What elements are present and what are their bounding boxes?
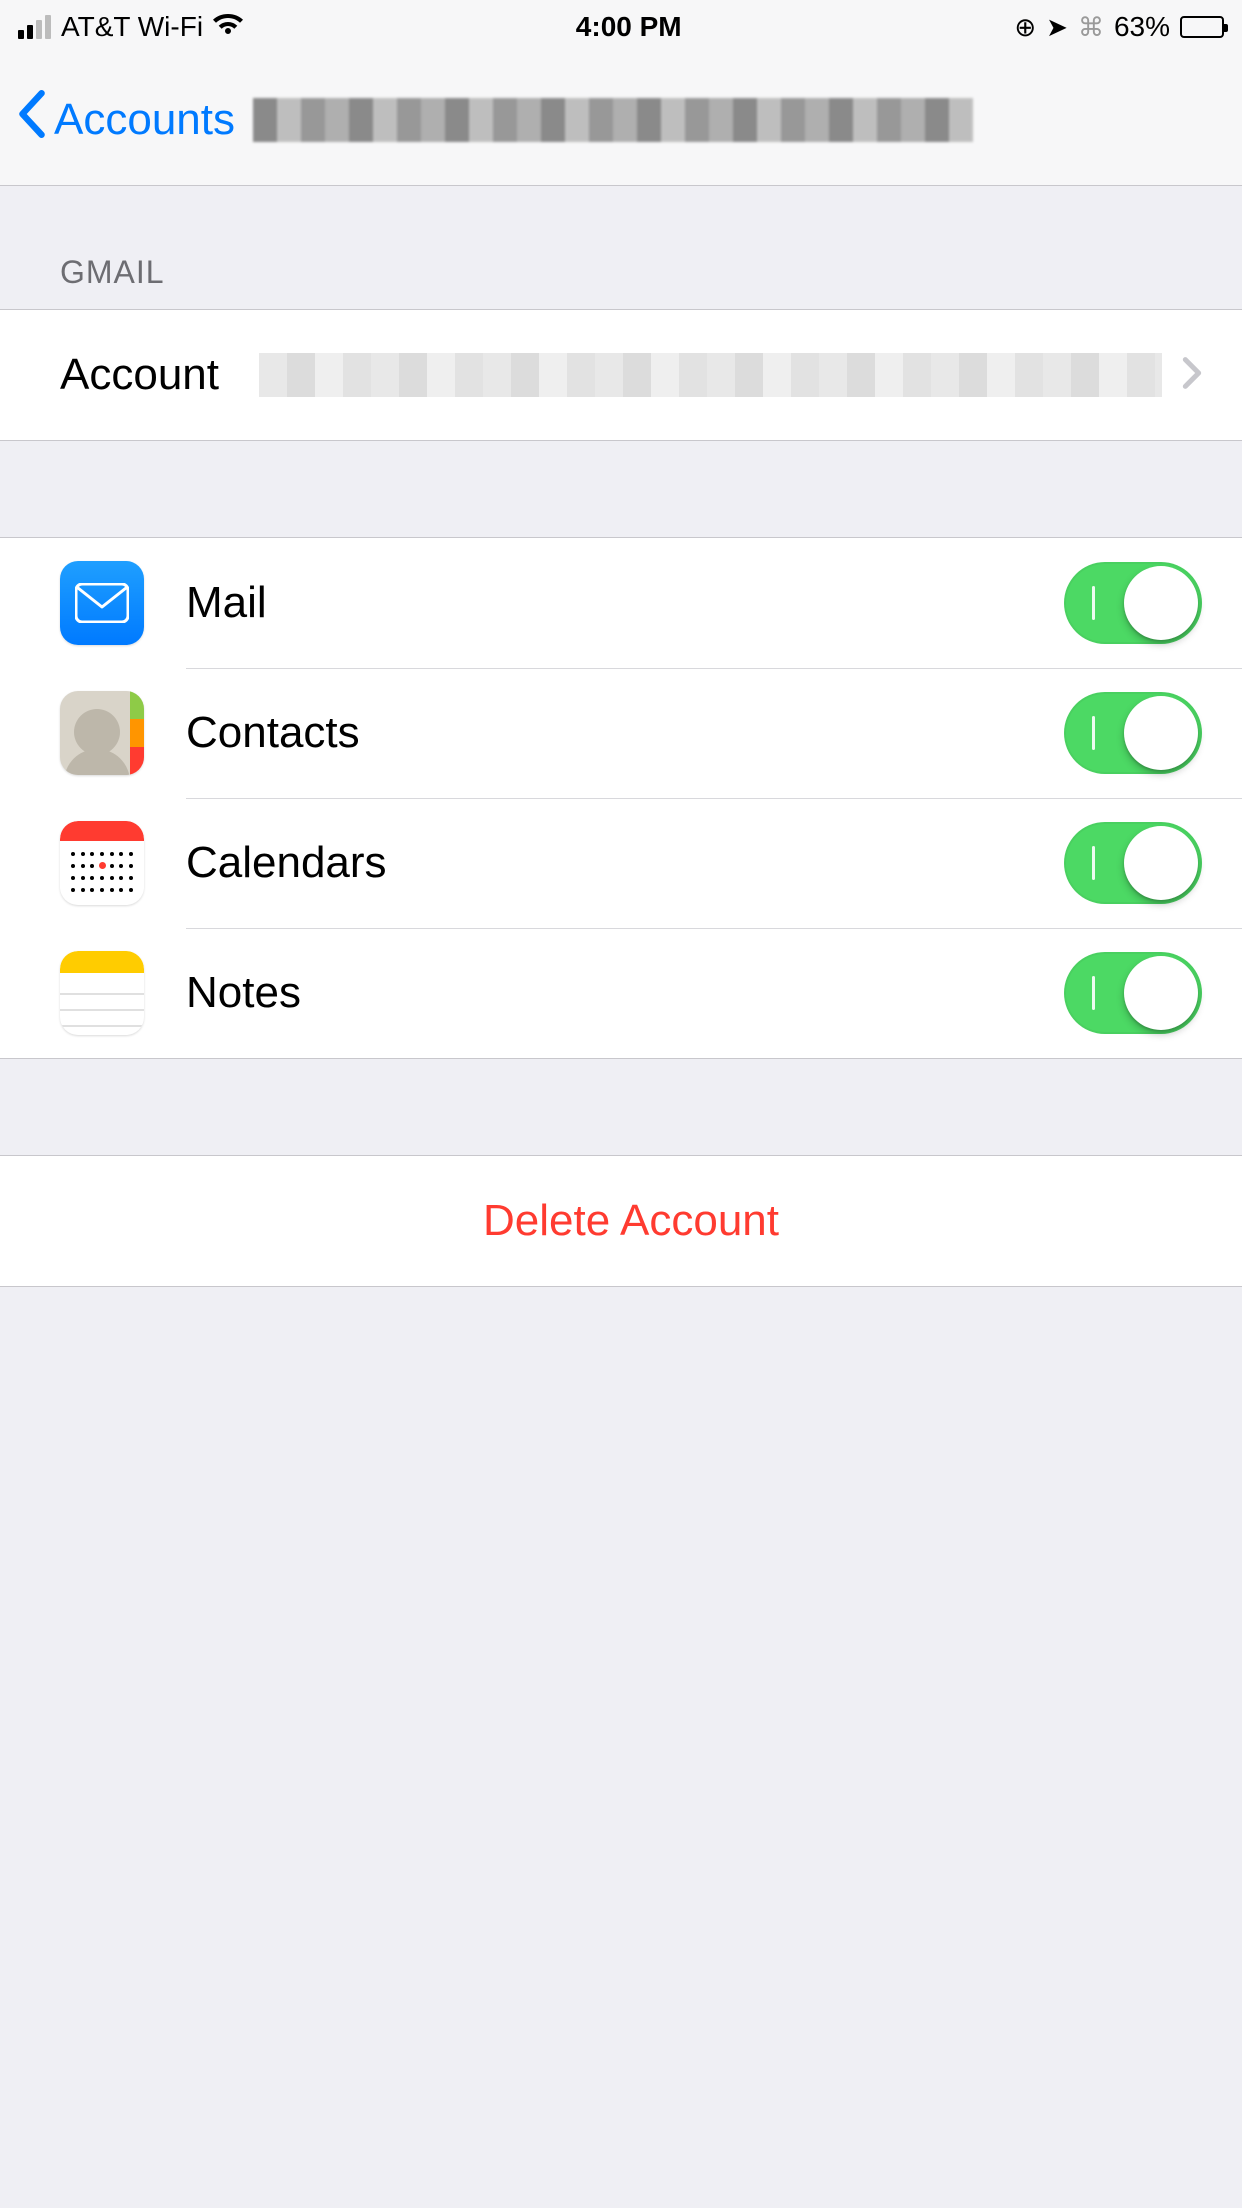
delete-group: Delete Account [0, 1155, 1242, 1287]
service-label: Mail [186, 578, 267, 628]
location-icon: ➤ [1046, 14, 1068, 40]
group-gap [0, 1059, 1242, 1155]
delete-label: Delete Account [483, 1196, 779, 1246]
notes-toggle[interactable] [1064, 952, 1202, 1034]
back-label: Accounts [54, 95, 235, 145]
status-bar: AT&T Wi-Fi 4:00 PM ⊕ ➤ ⌘ 63% [0, 0, 1242, 54]
carrier-label: AT&T Wi-Fi [61, 11, 203, 43]
battery-icon [1180, 16, 1224, 38]
account-group: Account [0, 309, 1242, 441]
service-row-contacts: Contacts [0, 668, 1242, 798]
delete-account-button[interactable]: Delete Account [0, 1156, 1242, 1286]
account-value-redacted [259, 353, 1162, 397]
calendar-icon [60, 821, 144, 905]
service-label: Notes [186, 968, 301, 1018]
contacts-icon [60, 691, 144, 775]
bluetooth-icon: ⌘ [1078, 14, 1104, 40]
status-right: ⊕ ➤ ⌘ 63% [1014, 11, 1224, 43]
orientation-lock-icon: ⊕ [1014, 14, 1036, 40]
group-gap [0, 441, 1242, 537]
battery-percent: 63% [1114, 11, 1170, 43]
back-button[interactable]: Accounts [16, 90, 235, 149]
nav-title-redacted [253, 98, 973, 142]
services-group: Mail Contacts Calendars Notes [0, 537, 1242, 1059]
account-row[interactable]: Account [0, 310, 1242, 440]
mail-icon [60, 561, 144, 645]
section-header-gmail: GMAIL [0, 186, 1242, 309]
status-left: AT&T Wi-Fi [18, 11, 243, 43]
mail-toggle[interactable] [1064, 562, 1202, 644]
contacts-toggle[interactable] [1064, 692, 1202, 774]
cellular-signal-icon [18, 15, 51, 39]
service-row-mail: Mail [0, 538, 1242, 668]
calendars-toggle[interactable] [1064, 822, 1202, 904]
status-time: 4:00 PM [576, 11, 682, 43]
nav-bar: Accounts [0, 54, 1242, 186]
service-label: Calendars [186, 838, 387, 888]
service-label: Contacts [186, 708, 360, 758]
service-row-notes: Notes [0, 928, 1242, 1058]
account-label: Account [60, 350, 219, 400]
chevron-right-icon [1182, 356, 1202, 395]
service-row-calendars: Calendars [0, 798, 1242, 928]
chevron-left-icon [16, 90, 48, 149]
wifi-icon [213, 11, 243, 43]
notes-icon [60, 951, 144, 1035]
